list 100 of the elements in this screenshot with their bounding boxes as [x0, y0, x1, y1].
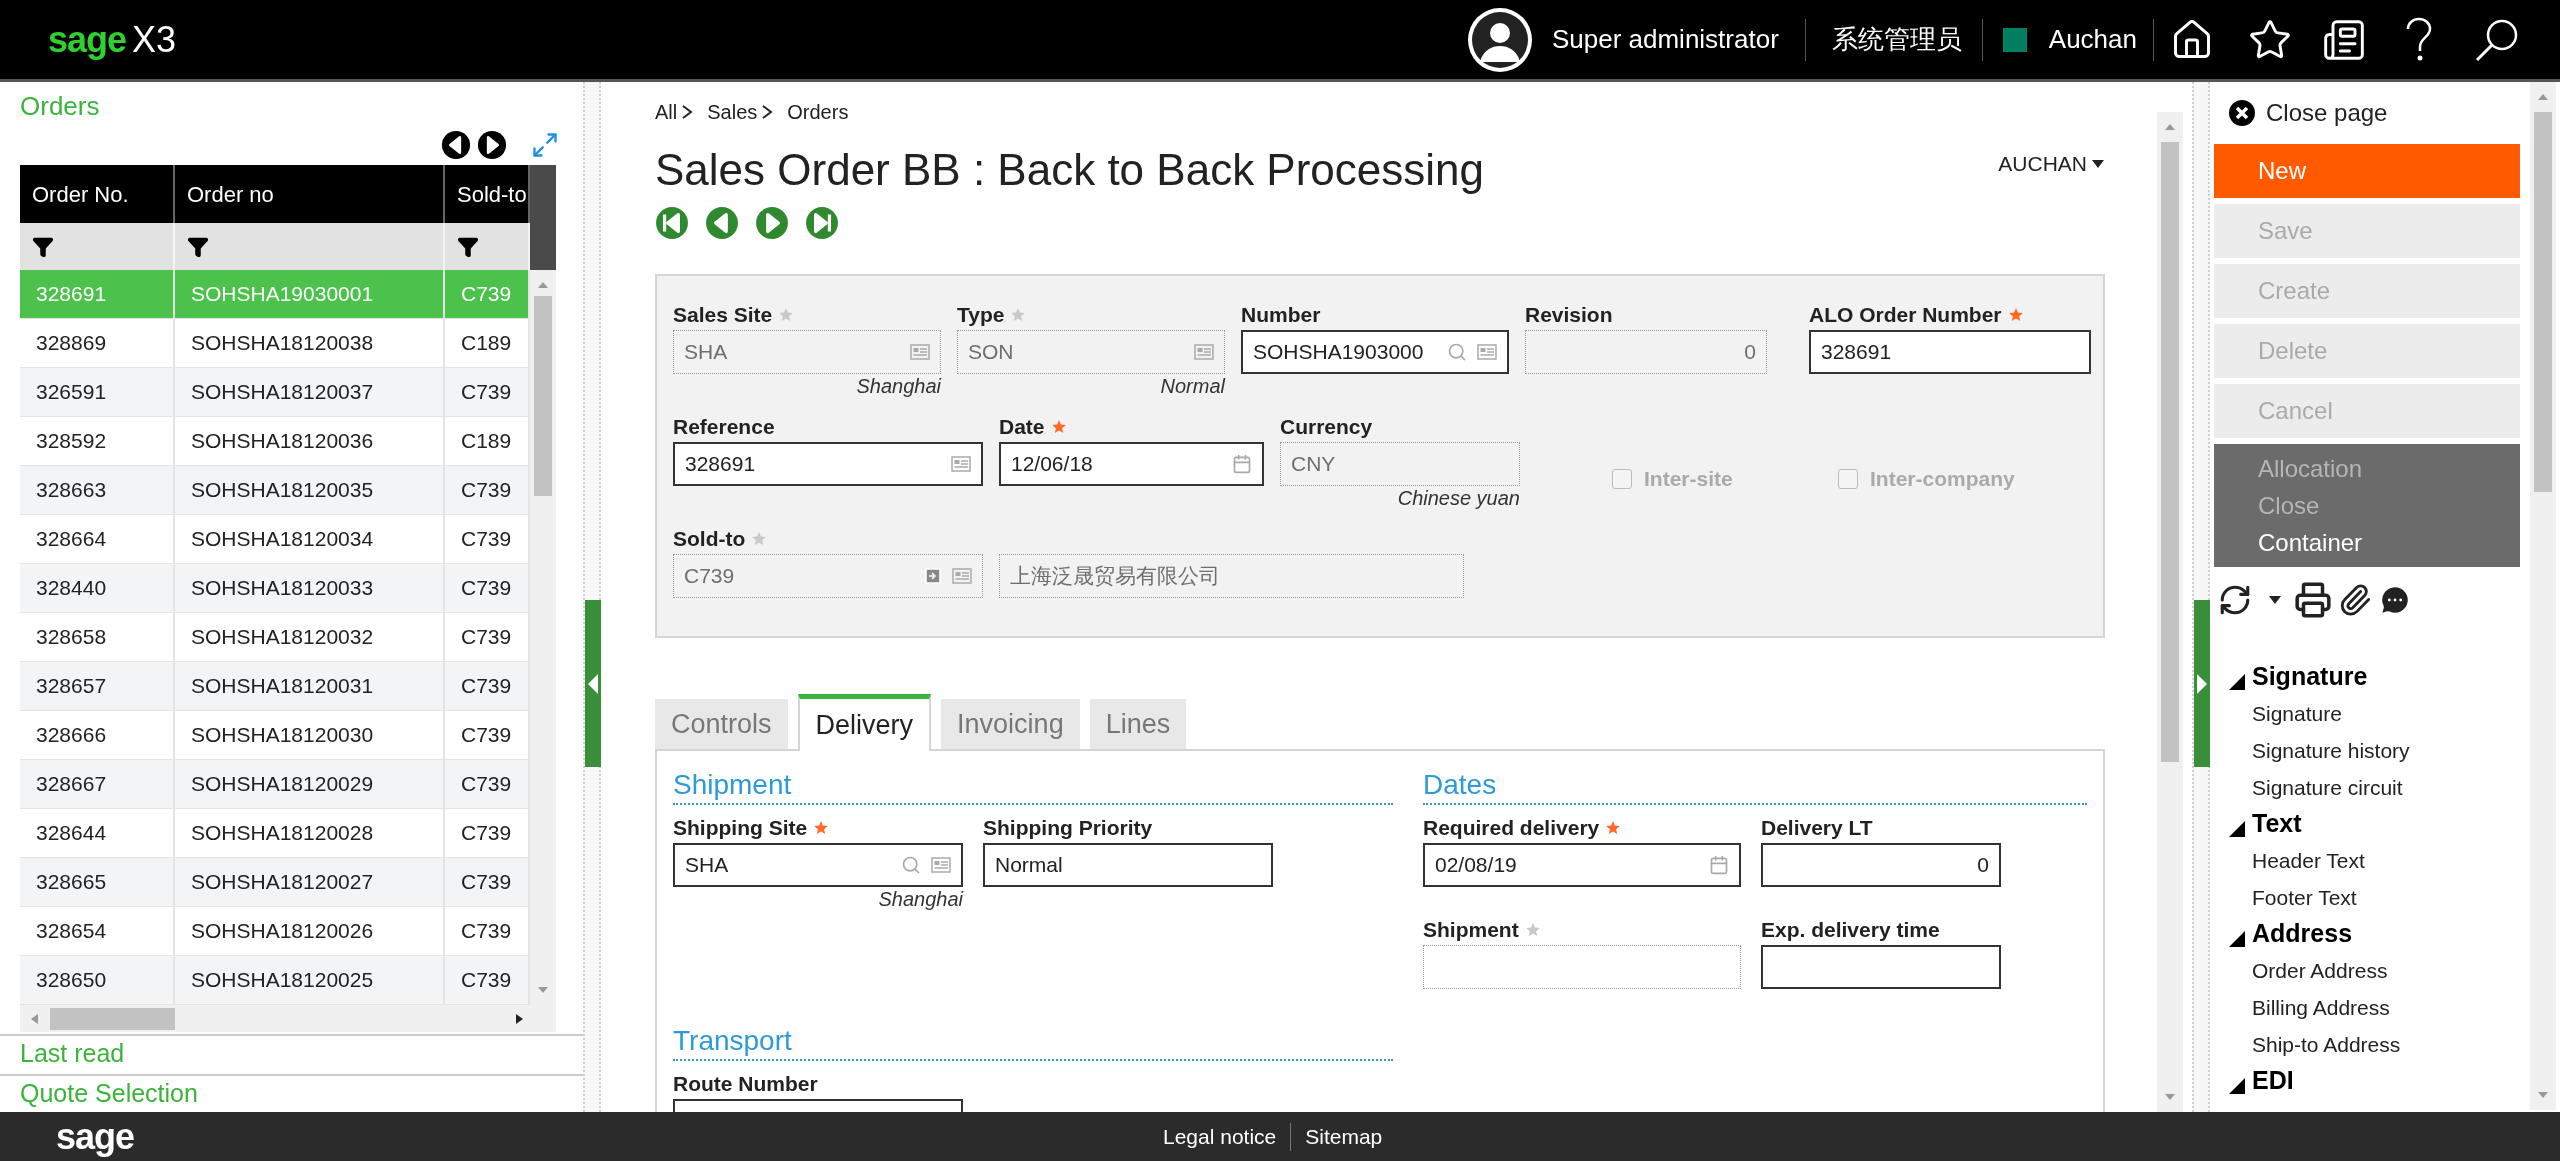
table-row[interactable]: 328657 SOHSHA18120031 C739 — [20, 662, 530, 712]
input-field[interactable]: 02/08/19 — [1423, 843, 1741, 887]
table-row[interactable]: 328664 SOHSHA18120034 C739 — [20, 515, 530, 565]
expanded-triangle-icon[interactable] — [2228, 930, 2246, 948]
table-row[interactable]: 326591 SOHSHA18120037 C739 — [20, 368, 530, 418]
paperclip-icon[interactable] — [2338, 583, 2372, 617]
link-group-heading[interactable]: EDI — [2252, 1061, 2294, 1099]
next-icon[interactable] — [477, 129, 507, 160]
collapse-left-icon[interactable] — [588, 673, 598, 694]
table-row[interactable]: 328654 SOHSHA18120026 C739 — [20, 907, 530, 957]
newspaper-icon[interactable] — [2322, 17, 2366, 62]
filter-icon[interactable] — [32, 235, 54, 258]
scrollbar[interactable] — [2530, 82, 2556, 1110]
scrollbar[interactable] — [530, 270, 556, 1006]
user-role[interactable]: 系统管理员 — [1831, 20, 1962, 59]
input-field[interactable]: 0 — [1761, 843, 2001, 887]
company-selector[interactable]: AUCHAN — [1998, 148, 2105, 180]
table-row[interactable]: 328666 SOHSHA18120030 C739 — [20, 711, 530, 761]
scrollbar[interactable] — [2157, 112, 2183, 1112]
function-link[interactable]: Order Address — [2228, 952, 2520, 989]
horizontal-scrollbar[interactable] — [20, 1005, 556, 1032]
user-name[interactable]: Super administrator — [1551, 20, 1779, 59]
tab[interactable]: Controls — [655, 699, 788, 749]
scrollbar-thumb[interactable] — [50, 1007, 175, 1030]
field-label: Type — [957, 302, 1005, 329]
filter-icon[interactable] — [457, 235, 479, 258]
expanded-triangle-icon[interactable] — [2228, 673, 2246, 691]
previous-icon[interactable] — [441, 129, 471, 160]
scrollbar-thumb[interactable] — [2534, 112, 2552, 492]
table-row[interactable]: 328650 SOHSHA18120025 C739 — [20, 956, 530, 1006]
function-link[interactable]: Header Text — [2228, 842, 2520, 879]
panel-toggle[interactable] — [585, 600, 601, 767]
previous-record-icon[interactable] — [705, 206, 739, 240]
input-field[interactable]: 328691 — [673, 442, 983, 486]
expanded-triangle-icon[interactable] — [2228, 1077, 2246, 1095]
field-label: Required delivery — [1423, 815, 1600, 842]
input-field[interactable]: 12/06/18 — [999, 442, 1264, 486]
card-icon[interactable] — [931, 857, 951, 873]
menu-item[interactable]: Container — [2214, 524, 2520, 561]
collapse-right-icon[interactable] — [2197, 673, 2207, 694]
field-label: Reference — [673, 414, 775, 441]
table-row[interactable]: 328644 SOHSHA18120028 C739 — [20, 809, 530, 859]
input-field[interactable]: SOHSHA1903000 — [1241, 330, 1509, 374]
refresh-icon[interactable] — [2218, 583, 2252, 617]
table-row[interactable]: 328592 SOHSHA18120036 C189 — [20, 417, 530, 467]
table-row[interactable]: 328663 SOHSHA18120035 C739 — [20, 466, 530, 516]
caret-icon — [2091, 158, 2105, 169]
calendar-icon[interactable] — [1232, 454, 1252, 474]
tab[interactable]: Invoicing — [941, 699, 1080, 749]
tab[interactable]: Delivery — [797, 694, 932, 751]
company-name[interactable]: Auchan — [2048, 20, 2137, 59]
calendar-icon[interactable] — [1709, 855, 1729, 875]
table-row[interactable]: 328658 SOHSHA18120032 C739 — [20, 613, 530, 663]
table-row[interactable]: 328440 SOHSHA18120033 C739 — [20, 564, 530, 614]
card-icon[interactable] — [1477, 344, 1497, 360]
checkbox-label: Inter-site — [1644, 466, 1733, 493]
last-record-icon[interactable] — [805, 206, 839, 240]
first-record-icon[interactable] — [655, 206, 689, 240]
link-group-heading[interactable]: Address — [2252, 914, 2353, 952]
help-icon[interactable] — [2404, 16, 2434, 63]
printer-icon[interactable] — [2294, 581, 2332, 619]
footer-link[interactable]: Legal notice — [1163, 1120, 1277, 1153]
breadcrumb-link[interactable]: Sales — [707, 97, 758, 127]
scrollbar-thumb[interactable] — [2161, 142, 2179, 762]
function-link[interactable]: Signature circuit — [2228, 769, 2520, 806]
field-label: Delivery LT — [1761, 815, 1873, 842]
filter-icon[interactable] — [187, 235, 209, 258]
function-link[interactable]: Billing Address — [2228, 989, 2520, 1026]
function-link[interactable]: Ship-to Address — [2228, 1026, 2520, 1063]
link-group-heading[interactable]: Signature — [2252, 657, 2368, 695]
next-record-icon[interactable] — [755, 206, 789, 240]
input-field[interactable]: SHA — [673, 843, 963, 887]
section-heading: Dates — [1423, 768, 1498, 802]
table-row[interactable]: 328869 SOHSHA18120038 C189 — [20, 319, 530, 369]
table-row[interactable]: 328667 SOHSHA18120029 C739 — [20, 760, 530, 810]
function-link[interactable]: Footer Text — [2228, 879, 2520, 916]
caret-icon[interactable] — [2268, 595, 2282, 605]
footer-link[interactable]: Sitemap — [1305, 1120, 1383, 1153]
function-link[interactable]: Signature history — [2228, 732, 2520, 769]
close-page-link[interactable]: Close page — [2214, 82, 2520, 144]
expand-icon[interactable] — [531, 130, 559, 159]
field-label: Currency — [1280, 414, 1373, 441]
expanded-triangle-icon[interactable] — [2228, 820, 2246, 838]
avatar-icon[interactable] — [1465, 5, 1534, 74]
link-group-heading[interactable]: Text — [2252, 804, 2302, 842]
sage-x3-logo[interactable]: sage X3 — [48, 12, 177, 67]
table-row[interactable]: 328665 SOHSHA18120027 C739 — [20, 858, 530, 908]
input-field[interactable] — [1761, 945, 2001, 989]
sage-logo[interactable]: sage — [56, 1116, 135, 1157]
breadcrumb-link[interactable]: All — [655, 97, 678, 127]
card-icon[interactable] — [951, 456, 971, 472]
function-link[interactable]: Signature — [2228, 695, 2520, 732]
panel-toggle[interactable] — [2194, 600, 2210, 767]
tab[interactable]: Lines — [1089, 699, 1187, 749]
scrollbar-thumb[interactable] — [534, 296, 552, 497]
input-field[interactable]: 328691 — [1809, 330, 2091, 374]
input-field[interactable]: Normal — [983, 843, 1273, 887]
field-description: Normal — [1160, 374, 1225, 398]
breadcrumb-link[interactable]: Orders — [787, 97, 849, 127]
field-label: ALO Order Number — [1809, 302, 2002, 329]
